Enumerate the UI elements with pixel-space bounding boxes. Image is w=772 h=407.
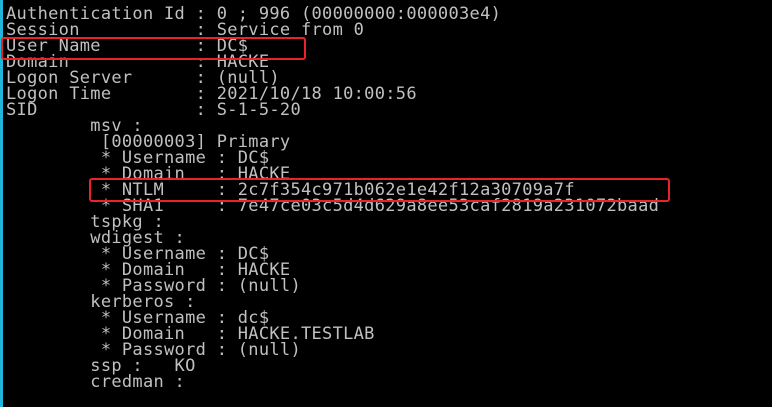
console-window[interactable]: Authentication Id : 0 ; 996 (00000000:00… — [0, 0, 772, 407]
window-edge — [0, 0, 3, 407]
console-output: Authentication Id : 0 ; 996 (00000000:00… — [6, 6, 659, 392]
console-line-credman: credman : — [6, 372, 186, 392]
